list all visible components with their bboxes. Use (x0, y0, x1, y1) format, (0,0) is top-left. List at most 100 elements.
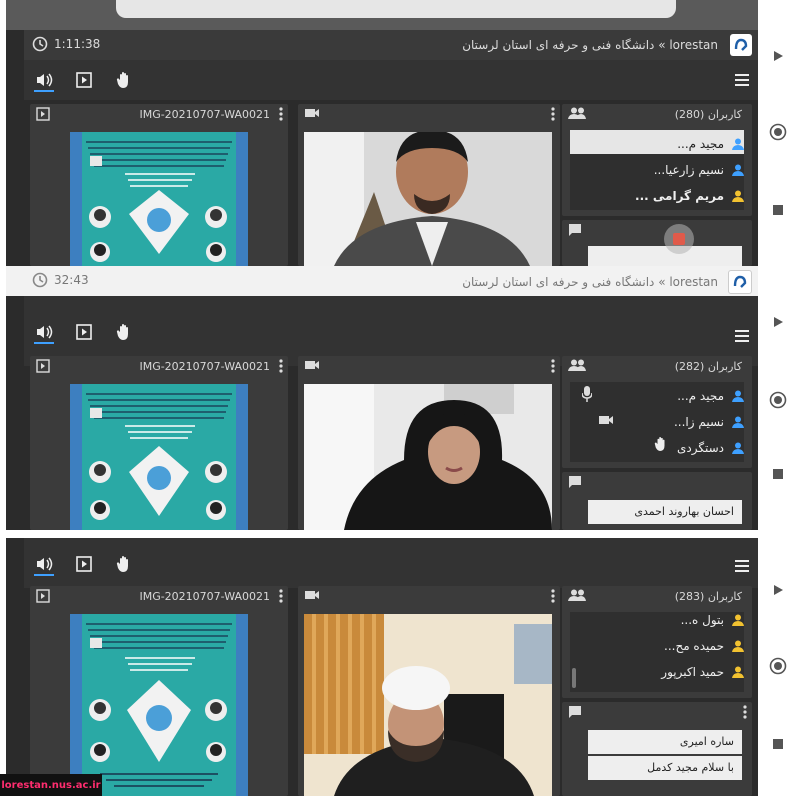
raise-hand-icon (654, 436, 668, 452)
poster-graphic (70, 614, 248, 796)
speaker-icon[interactable] (34, 70, 54, 92)
attendee-name: نسیم زارعیا... (653, 163, 724, 177)
video-frame-woman (304, 384, 552, 530)
users-icon (568, 359, 586, 371)
webcam-pod-header (298, 104, 560, 126)
presentation-icon (36, 107, 50, 121)
meeting-panel-0: 1:11:38 lorestan » دانشگاه فنی و حرفه ای… (6, 30, 758, 266)
user-icon (732, 614, 744, 626)
attendees-pod-header: کاربران (283) (562, 586, 752, 608)
attendees-count-title: کاربران (282) (674, 360, 742, 373)
attendee-row[interactable]: دستگردی (677, 436, 744, 460)
media-play-icon[interactable] (74, 322, 94, 342)
poster-graphic (70, 132, 248, 266)
attendee-name: مجید م... (677, 137, 724, 151)
attendees-pod-header: کاربران (280) (562, 104, 752, 126)
attendee-name: بتول ه... (680, 613, 724, 627)
users-icon (568, 107, 586, 119)
attendee-name: مجید م... (677, 389, 724, 403)
university-logo-icon (728, 270, 752, 294)
user-icon (732, 416, 744, 428)
chat-pod-header (562, 220, 752, 242)
attendee-row[interactable]: نسیم زا... (674, 410, 744, 434)
play-icon[interactable] (768, 580, 788, 600)
play-icon[interactable] (768, 46, 788, 66)
attendee-row[interactable]: حمیده مح... (664, 634, 744, 658)
webcam-pod (298, 356, 560, 530)
raise-hand-icon[interactable] (114, 322, 134, 342)
user-icon (732, 138, 744, 150)
list-scrollbar[interactable] (572, 668, 576, 688)
stop-icon[interactable] (768, 464, 788, 484)
chat-pod: ساره امیری با سلام مجید کدمل (562, 702, 752, 796)
meeting-toolbar (24, 60, 758, 100)
attendee-row[interactable]: نسیم زارعیا... (654, 158, 744, 182)
chat-pod (562, 220, 752, 266)
hamburger-menu-icon[interactable] (732, 556, 752, 576)
event-poster (70, 614, 248, 796)
chat-pod-header (562, 702, 752, 724)
presentation-pod: IMG-20210707-WA0021 (30, 586, 288, 796)
attendees-pod: کاربران (282) مجید م... نسیم زا... دستگر… (562, 356, 752, 468)
stop-icon[interactable] (768, 200, 788, 220)
presentation-title: IMG-20210707-WA0021 (139, 360, 270, 373)
pod-options-icon[interactable] (742, 704, 748, 720)
chat-icon (568, 705, 582, 719)
pod-options-icon[interactable] (278, 588, 284, 604)
attendee-name: حمیده مح... (664, 639, 724, 653)
speaker-icon[interactable] (34, 554, 54, 576)
presentation-pod-header: IMG-20210707-WA0021 (30, 104, 288, 126)
stop-icon[interactable] (768, 734, 788, 754)
pod-options-icon[interactable] (278, 106, 284, 122)
university-logo-icon (730, 34, 752, 56)
attendees-count-title: کاربران (283) (674, 590, 742, 603)
room-title: lorestan » دانشگاه فنی و حرفه ای استان ل… (462, 275, 718, 289)
hamburger-menu-icon[interactable] (732, 70, 752, 90)
chat-message: با سلام مجید کدمل (588, 756, 742, 780)
url-bar[interactable] (116, 0, 676, 18)
record-icon[interactable] (768, 122, 788, 142)
clock-text: 32:43 (54, 273, 89, 287)
meeting-header-light: 32:43 lorestan » دانشگاه فنی و حرفه ای ا… (6, 266, 758, 296)
play-icon[interactable] (768, 312, 788, 332)
webcam-video-feed (304, 614, 552, 796)
attendee-row[interactable]: مجید م... (677, 384, 744, 408)
meeting-toolbar (24, 538, 758, 588)
media-play-icon[interactable] (74, 554, 94, 574)
presentation-title: IMG-20210707-WA0021 (139, 108, 270, 121)
attendee-row[interactable]: بتول ه... (681, 608, 744, 632)
chat-pod-header (562, 472, 752, 494)
presentation-pod: IMG-20210707-WA0021 (30, 104, 288, 266)
attendee-row[interactable]: حمید اکبرپور (661, 660, 744, 684)
chat-pod: احسان بهاروند احمدی (562, 472, 752, 530)
attendee-row[interactable]: مجید م... (677, 132, 744, 156)
webcam-pod (298, 586, 560, 796)
video-camera-icon (304, 589, 320, 601)
pod-options-icon[interactable] (550, 106, 556, 122)
presentation-pod-header: IMG-20210707-WA0021 (30, 356, 288, 378)
attendee-name: مریم گرامی ... (635, 189, 724, 203)
attendee-row[interactable]: مریم گرامی ... (635, 184, 744, 208)
hamburger-menu-icon[interactable] (732, 326, 752, 346)
attendee-name: دستگردی (676, 441, 724, 455)
clock-icon (32, 272, 48, 288)
webcam-pod (298, 104, 560, 266)
meeting-panel-2: IMG-20210707-WA0021 کاربران (283) بتول ه… (6, 538, 758, 796)
video-frame-cleric (304, 614, 552, 796)
pod-options-icon[interactable] (278, 358, 284, 374)
attendees-pod: کاربران (283) بتول ه... حمیده مح... حمید… (562, 586, 752, 698)
user-icon (732, 190, 744, 202)
site-watermark: lorestan.nus.ac.ir (0, 774, 102, 796)
raise-hand-icon[interactable] (114, 70, 134, 90)
user-icon (732, 390, 744, 402)
presentation-title: IMG-20210707-WA0021 (139, 590, 270, 603)
record-icon[interactable] (768, 390, 788, 410)
pod-options-icon[interactable] (550, 358, 556, 374)
raise-hand-icon[interactable] (114, 554, 134, 574)
pod-options-icon[interactable] (550, 588, 556, 604)
media-play-icon[interactable] (74, 70, 94, 90)
record-icon[interactable] (768, 656, 788, 676)
record-button[interactable] (664, 224, 694, 254)
speaker-icon[interactable] (34, 322, 54, 344)
chat-icon (568, 223, 582, 237)
